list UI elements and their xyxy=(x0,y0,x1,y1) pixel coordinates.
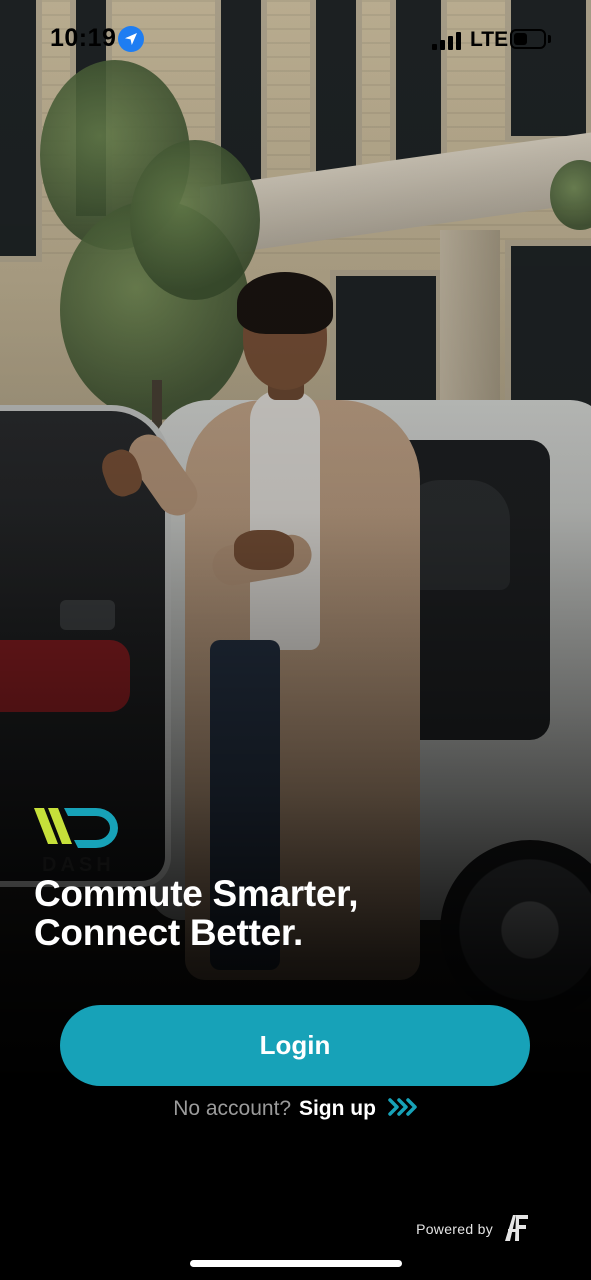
app-screen: 10:19 LTE DASH Commute Smarter, Connect … xyxy=(0,0,591,1280)
chevron-double-right-icon[interactable] xyxy=(388,1097,418,1117)
status-time: 10:19 xyxy=(50,24,117,52)
login-button[interactable]: Login xyxy=(60,1005,530,1086)
battery-level xyxy=(514,33,527,45)
status-bar: 10:19 LTE xyxy=(0,0,591,80)
tagline-line-2: Connect Better. xyxy=(34,912,303,953)
battery-icon xyxy=(510,29,546,49)
hero-tagline: Commute Smarter, Connect Better. xyxy=(34,874,554,952)
background-photo xyxy=(0,0,591,1280)
powered-by-label: Powered by xyxy=(416,1221,493,1237)
signup-link[interactable]: Sign up xyxy=(299,1097,376,1120)
signal-icon xyxy=(432,30,464,50)
signup-row: No account? Sign up xyxy=(0,1097,591,1121)
signup-prompt: No account? xyxy=(173,1097,292,1120)
network-type: LTE xyxy=(470,28,509,51)
partner-logo-icon xyxy=(505,1215,528,1241)
home-indicator[interactable] xyxy=(190,1260,402,1267)
tagline-line-1: Commute Smarter, xyxy=(34,873,359,914)
location-arrow-icon xyxy=(118,26,144,52)
